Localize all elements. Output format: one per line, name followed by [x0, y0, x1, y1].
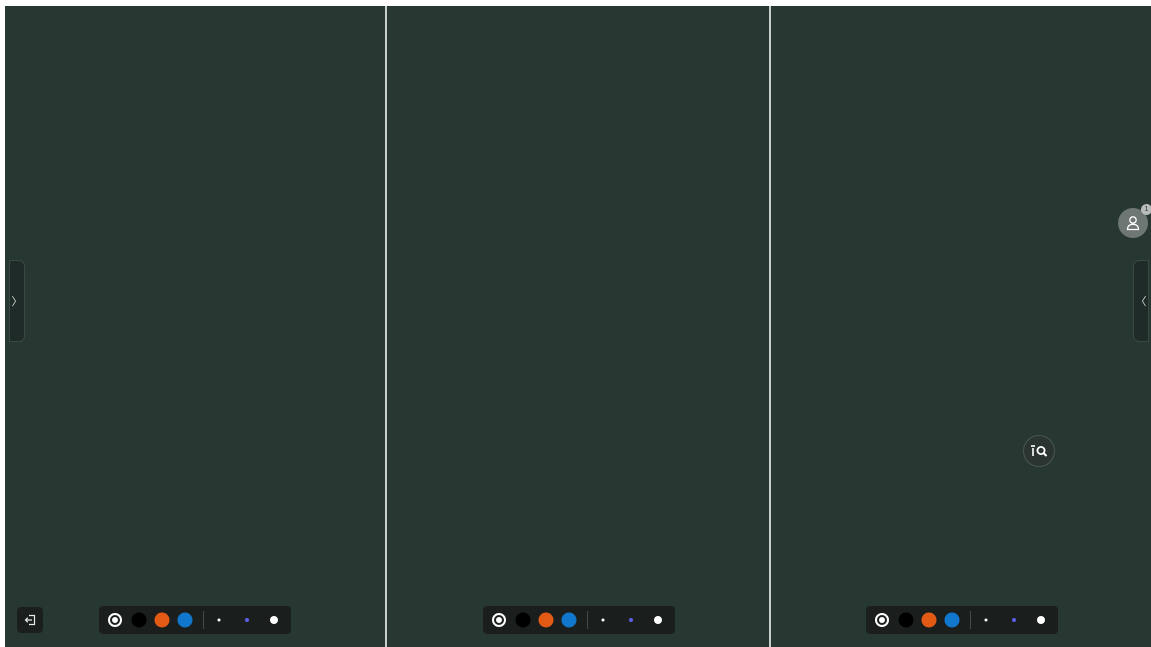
- panel-divider: [769, 6, 771, 647]
- toolbar-separator: [587, 611, 588, 629]
- expand-right-panel-button[interactable]: 〈: [1133, 260, 1149, 342]
- drawing-toolbar: [866, 606, 1058, 634]
- whiteboard[interactable]: 〉 〈 1: [5, 6, 1151, 647]
- color-swatch-blue[interactable]: [177, 612, 193, 628]
- brush-size-large[interactable]: [654, 616, 662, 624]
- brush-size-large[interactable]: [1037, 616, 1045, 624]
- brush-size-small[interactable]: [217, 618, 221, 622]
- pen-tool-icon[interactable]: [492, 613, 506, 627]
- toolbar-separator: [203, 611, 204, 629]
- color-swatch-black[interactable]: [131, 612, 147, 628]
- color-swatch-orange[interactable]: [921, 612, 937, 628]
- color-swatch-black[interactable]: [898, 612, 914, 628]
- participants-button[interactable]: 1: [1118, 204, 1151, 238]
- exit-icon: [24, 614, 36, 626]
- brush-size-small[interactable]: [601, 618, 605, 622]
- brush-size-medium[interactable]: [245, 618, 249, 622]
- color-swatch-blue[interactable]: [944, 612, 960, 628]
- color-swatch-black[interactable]: [515, 612, 531, 628]
- participant-count-badge: 1: [1141, 204, 1151, 215]
- chevron-left-icon: 〈: [1135, 296, 1147, 308]
- zoom-search-button[interactable]: [1023, 435, 1055, 467]
- pen-tool-icon[interactable]: [108, 613, 122, 627]
- brush-size-medium[interactable]: [629, 618, 633, 622]
- brush-size-large[interactable]: [270, 616, 278, 624]
- color-swatch-blue[interactable]: [561, 612, 577, 628]
- color-swatch-orange[interactable]: [154, 612, 170, 628]
- zoom-search-icon: [1031, 445, 1048, 457]
- drawing-toolbar: [483, 606, 675, 634]
- brush-size-medium[interactable]: [1012, 618, 1016, 622]
- color-swatch-orange[interactable]: [538, 612, 554, 628]
- drawing-toolbar: [99, 606, 291, 634]
- exit-button[interactable]: [17, 607, 43, 633]
- pen-tool-icon[interactable]: [875, 613, 889, 627]
- toolbar-separator: [970, 611, 971, 629]
- chevron-right-icon: 〉: [11, 296, 23, 308]
- user-icon: [1126, 216, 1140, 231]
- brush-size-small[interactable]: [984, 618, 988, 622]
- expand-left-panel-button[interactable]: 〉: [9, 260, 25, 342]
- panel-divider: [385, 6, 387, 647]
